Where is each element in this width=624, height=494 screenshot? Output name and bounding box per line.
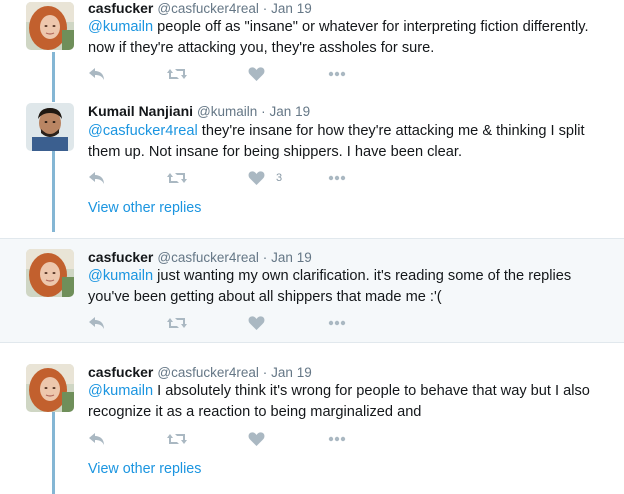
retweet-icon bbox=[167, 434, 187, 444]
tweet-header: casfucker @casfucker4real · Jan 19 bbox=[88, 0, 312, 16]
more-button[interactable] bbox=[328, 64, 346, 84]
display-name[interactable]: casfucker bbox=[88, 364, 153, 380]
like-count: 3 bbox=[276, 172, 283, 184]
more-icon bbox=[328, 436, 346, 442]
thread-line-3 bbox=[52, 412, 55, 494]
like-icon bbox=[248, 171, 265, 185]
reply-button[interactable] bbox=[88, 168, 106, 188]
retweet-icon bbox=[167, 318, 187, 328]
like-button[interactable] bbox=[248, 64, 276, 84]
more-icon bbox=[328, 320, 346, 326]
more-button[interactable] bbox=[328, 429, 346, 449]
separator-dot: · bbox=[262, 1, 268, 16]
mention-link[interactable]: @casfucker4real bbox=[88, 123, 198, 139]
retweet-button[interactable] bbox=[166, 429, 188, 449]
timestamp[interactable]: Jan 19 bbox=[271, 1, 312, 16]
reply-icon bbox=[89, 433, 104, 445]
like-icon bbox=[248, 432, 265, 446]
separator-dot: · bbox=[261, 104, 266, 119]
like-icon bbox=[248, 316, 265, 330]
reply-button[interactable] bbox=[88, 64, 106, 84]
tweet-body: just wanting my own clarification. it's … bbox=[88, 268, 572, 305]
handle[interactable]: @casfucker4real bbox=[157, 365, 259, 380]
timestamp[interactable]: Jan 19 bbox=[271, 250, 312, 265]
retweet-icon bbox=[167, 69, 187, 79]
timestamp[interactable]: Jan 19 bbox=[270, 104, 311, 119]
tweet-text: @kumailn just wanting my own clarificati… bbox=[88, 266, 613, 308]
thread-line-2 bbox=[52, 150, 55, 232]
retweet-button[interactable] bbox=[166, 313, 188, 333]
reply-icon bbox=[89, 68, 104, 80]
display-name[interactable]: casfucker bbox=[88, 249, 153, 265]
like-button[interactable]: 3 bbox=[248, 168, 282, 188]
tweet-text: @kumailn people off as "insane" or whate… bbox=[88, 17, 613, 59]
tweet-actions: 3 bbox=[88, 168, 388, 188]
reply-button[interactable] bbox=[88, 313, 106, 333]
handle[interactable]: @casfucker4real bbox=[157, 1, 259, 16]
reply-icon bbox=[89, 317, 104, 329]
handle[interactable]: @casfucker4real bbox=[157, 250, 259, 265]
more-icon bbox=[328, 175, 346, 181]
timestamp[interactable]: Jan 19 bbox=[271, 365, 312, 380]
like-button[interactable] bbox=[248, 313, 276, 333]
separator-dot: · bbox=[262, 250, 268, 265]
tweet-header: casfucker @casfucker4real · Jan 19 bbox=[88, 364, 312, 380]
mention-link[interactable]: @kumailn bbox=[88, 383, 153, 399]
more-icon bbox=[328, 71, 346, 77]
retweet-button[interactable] bbox=[166, 168, 188, 188]
display-name[interactable]: casfucker bbox=[88, 0, 153, 16]
view-other-replies-link[interactable]: View other replies bbox=[88, 200, 201, 216]
mention-link[interactable]: @kumailn bbox=[88, 19, 153, 35]
handle[interactable]: @kumailn bbox=[197, 104, 257, 119]
tweet-text: @kumailn I absolutely think it's wrong f… bbox=[88, 381, 613, 423]
tweet-actions bbox=[88, 313, 388, 333]
separator bbox=[0, 342, 624, 343]
tweet-header: Kumail Nanjiani @kumailn · Jan 19 bbox=[88, 103, 310, 119]
retweet-icon bbox=[167, 173, 187, 183]
separator-dot: · bbox=[262, 365, 268, 380]
view-other-replies-link[interactable]: View other replies bbox=[88, 461, 201, 477]
tweet-actions bbox=[88, 64, 388, 84]
thread-line-1 bbox=[52, 52, 55, 102]
avatar[interactable] bbox=[26, 2, 74, 50]
avatar[interactable] bbox=[26, 364, 74, 412]
more-button[interactable] bbox=[328, 168, 346, 188]
more-button[interactable] bbox=[328, 313, 346, 333]
tweet-text: @casfucker4real they're insane for how t… bbox=[88, 121, 613, 163]
reply-icon bbox=[89, 172, 104, 184]
tweet-actions bbox=[88, 429, 388, 449]
mention-link[interactable]: @kumailn bbox=[88, 268, 153, 284]
tweet-body: I absolutely think it's wrong for people… bbox=[88, 383, 590, 420]
tweet-header: casfucker @casfucker4real · Jan 19 bbox=[88, 249, 312, 265]
reply-button[interactable] bbox=[88, 429, 106, 449]
display-name[interactable]: Kumail Nanjiani bbox=[88, 103, 193, 119]
like-button[interactable] bbox=[248, 429, 276, 449]
like-icon bbox=[248, 67, 265, 81]
retweet-button[interactable] bbox=[166, 64, 188, 84]
tweet-body: people off as "insane" or whatever for i… bbox=[88, 19, 589, 56]
avatar[interactable] bbox=[26, 249, 74, 297]
avatar[interactable] bbox=[26, 103, 74, 151]
